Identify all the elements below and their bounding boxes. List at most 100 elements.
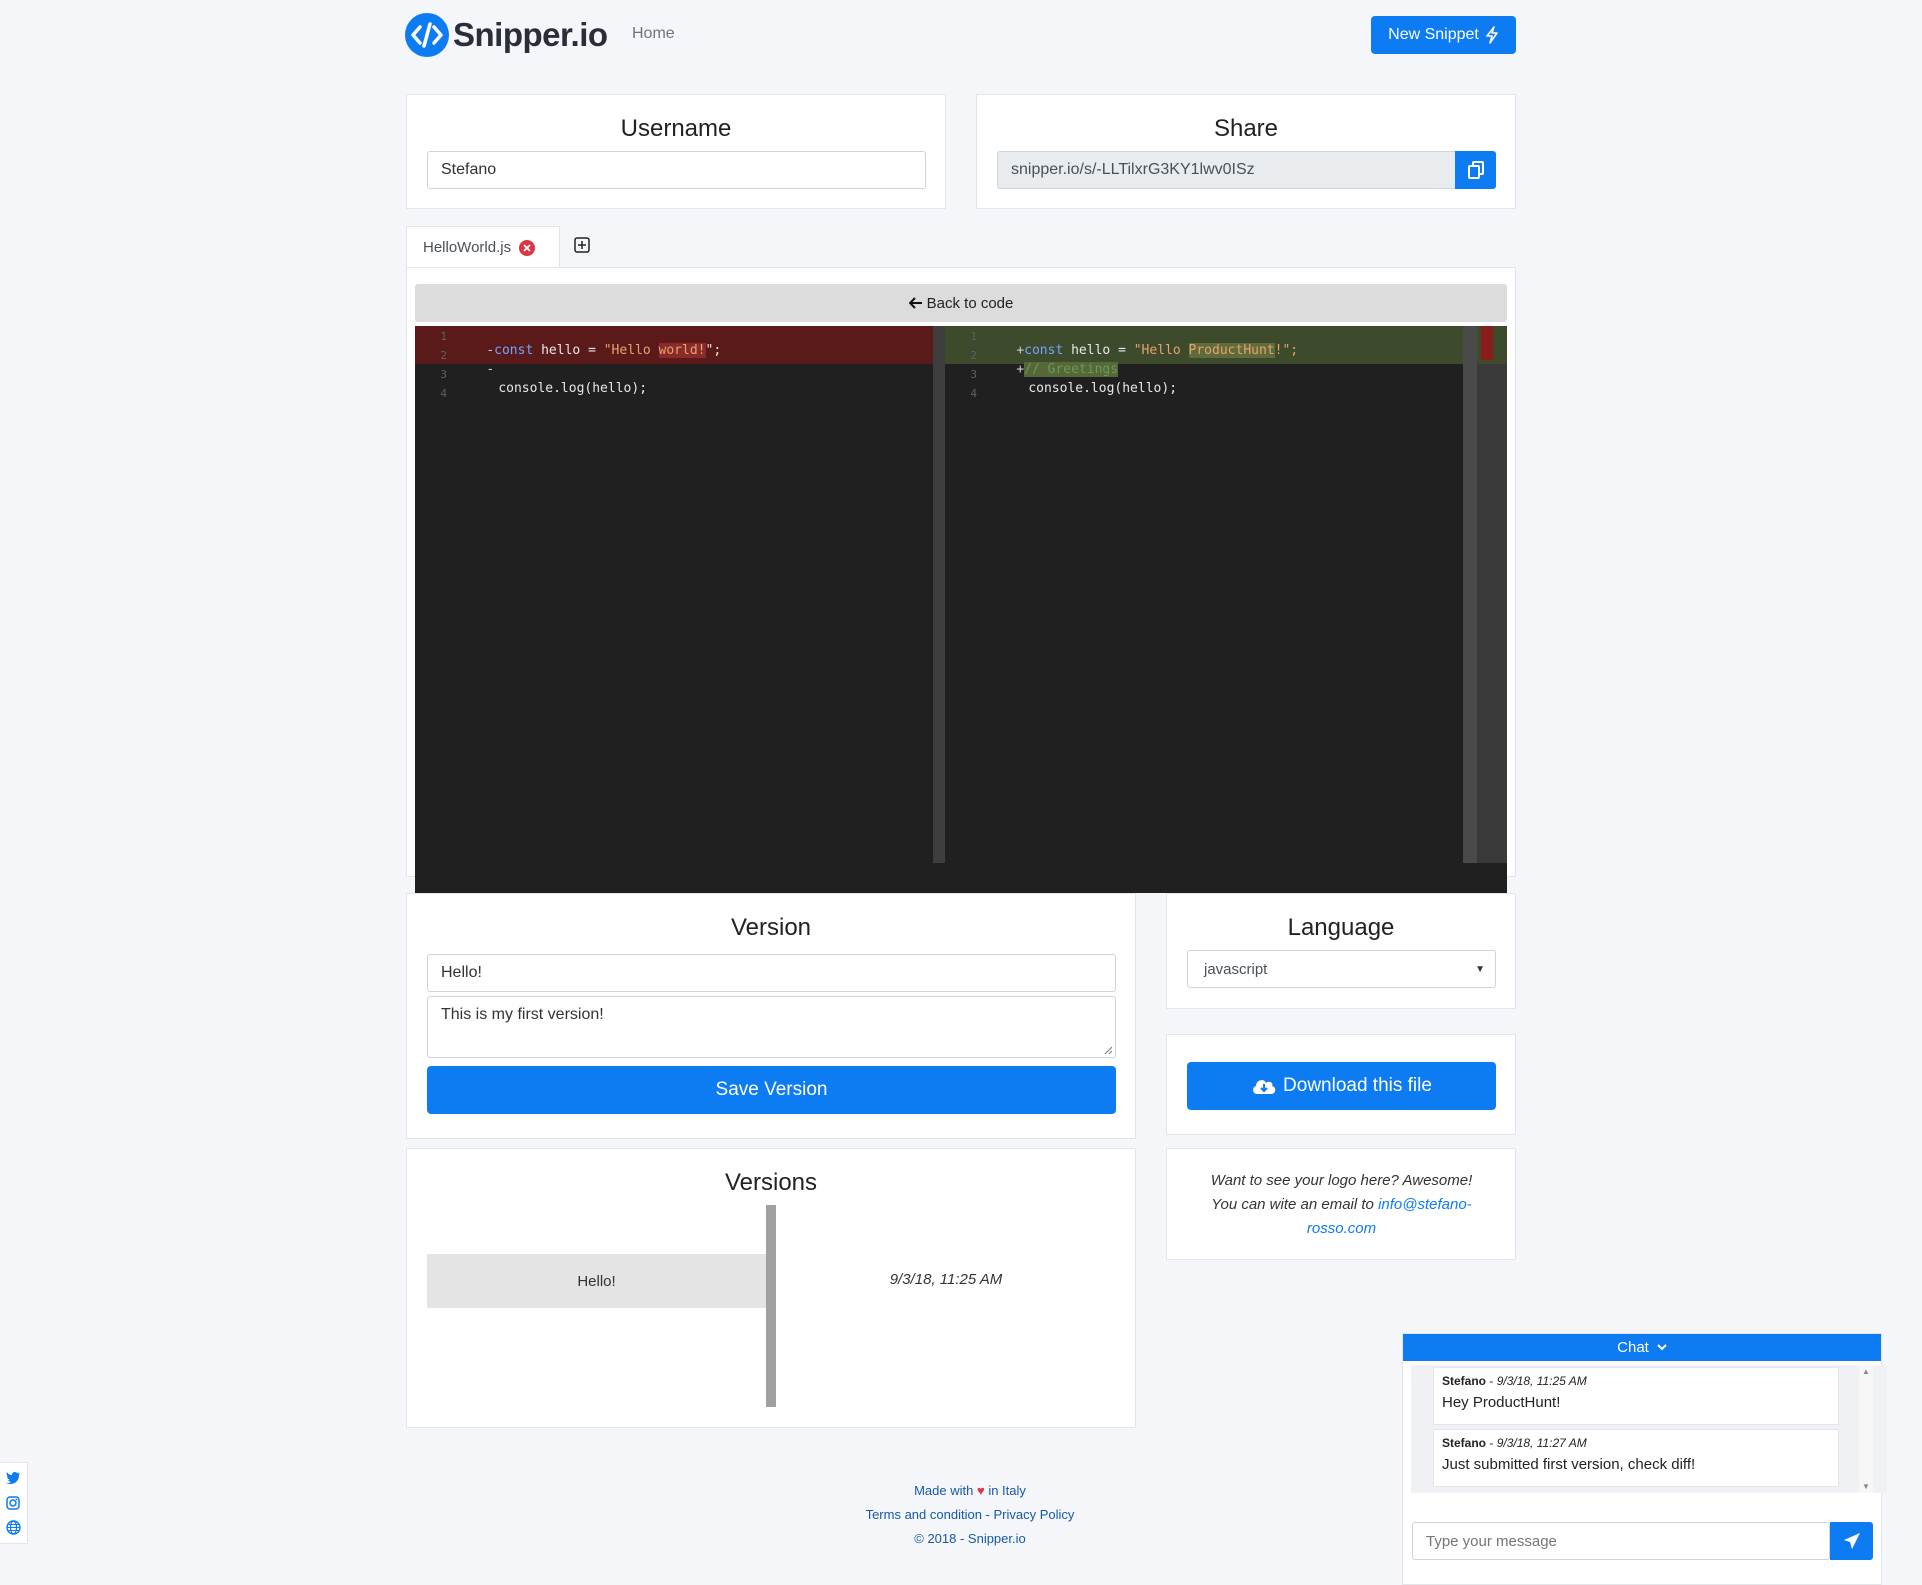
plus-square-icon [574,237,594,253]
chat-message-input[interactable] [1412,1522,1830,1560]
overview-removed-marker [1481,326,1493,360]
back-to-code-bar[interactable]: Back to code [415,284,1507,322]
chat-messages[interactable]: Stefano - 9/3/18, 11:25 AM Hey ProductHu… [1411,1365,1887,1493]
line-number: 2 [970,349,977,362]
new-snippet-label: New Snippet [1388,26,1479,43]
username-input[interactable] [427,151,926,189]
send-button[interactable] [1830,1522,1873,1560]
add-tab-button[interactable] [574,237,594,257]
copy-button[interactable] [1455,151,1496,189]
chat-widget: Chat Stefano - 9/3/18, 11:25 AM Hey Prod… [1402,1333,1887,1585]
code-text: console.log(hello); [1028,381,1178,396]
chat-header[interactable]: Chat [1403,1334,1881,1361]
share-title: Share [1213,115,1279,142]
terms-link[interactable]: Terms and condition [866,1507,982,1522]
string-close: !"; [1274,343,1299,358]
resize-handle-icon [1103,1045,1113,1055]
code-text: hello = [533,343,604,358]
chat-message-time: 9/3/18, 11:25 AM [1496,1374,1587,1388]
twitter-icon[interactable] [6,1471,21,1484]
description-text: This is my first version! [441,1006,604,1023]
back-to-code-label: Back to code [926,294,1014,312]
version-item-name: Hello! [577,1272,616,1290]
code-text: console.log(hello); [498,381,648,396]
language-selected: javascript [1204,960,1268,978]
paper-plane-icon [1843,1532,1861,1550]
close-tab-icon[interactable] [519,239,536,256]
chat-message-text: Just submitted first version, check diff… [1442,1456,1696,1473]
globe-icon[interactable] [6,1520,21,1535]
right-scrollbar[interactable] [1463,326,1477,863]
nav-home-link[interactable]: Home [632,25,675,43]
language-title: Language [1287,914,1395,941]
footer-copyright: © 2018 - Snipper.io [914,1531,1026,1546]
copy-icon [1467,161,1484,179]
keyword: const [494,343,534,358]
chat-message-author: Stefano [1442,1436,1487,1450]
chat-title: Chat [1617,1339,1649,1356]
left-scrollbar[interactable] [933,326,945,863]
version-name-input[interactable] [427,954,1116,992]
chat-message: Stefano - 9/3/18, 11:27 AM Just submitte… [1433,1429,1839,1487]
chat-message: Stefano - 9/3/18, 11:25 AM Hey ProductHu… [1433,1367,1839,1425]
new-snippet-button[interactable]: New Snippet [1371,16,1516,54]
footer-links: Terms and condition - Privacy Policy [820,1507,1120,1522]
brand-name: Snipper.io [453,16,608,53]
lightning-icon [1485,26,1499,44]
tab-file[interactable]: HelloWorld.js [406,226,560,268]
chat-message-author: Stefano [1442,1374,1487,1388]
version-item-date: 9/3/18, 11:25 AM [889,1271,1003,1288]
line-number: 3 [970,368,977,381]
download-card: Download this file [1166,1034,1516,1135]
line-number: 3 [440,368,447,381]
advertise-text: Want to see your logo here? Awesome! You… [1187,1169,1496,1241]
made-with-prefix: Made with [914,1483,974,1498]
chevron-down-icon [1657,1344,1667,1351]
version-title: Version [730,914,812,941]
footer-made-with: Made with ♥ in Italy [820,1483,1120,1498]
chat-message-sep: - [1486,1436,1497,1450]
code-logo-icon [405,13,449,57]
line-number: 1 [970,330,977,343]
share-url-input[interactable] [997,151,1455,189]
email-link[interactable]: info@stefano- [1378,1196,1472,1213]
download-label: Download this file [1283,1075,1432,1096]
diff-overview-ruler [1477,326,1507,863]
made-with-suffix: in Italy [988,1483,1026,1498]
line-number: 2 [440,349,447,362]
advertise-line-1: Want to see your logo here? Awesome! [1210,1172,1473,1189]
line-number: 4 [440,387,447,400]
advertise-line-2: You can wite an email to [1211,1196,1379,1213]
string-close: "; [705,343,722,358]
logo[interactable]: Snipper.io [405,12,608,58]
cloud-download-icon [1251,1077,1277,1095]
string-changed: ProductHunt [1188,343,1275,358]
instagram-icon[interactable] [6,1496,20,1510]
chat-message-time: 9/3/18, 11:27 AM [1496,1436,1587,1450]
language-card: Language javascript ▼ [1166,893,1516,1009]
diff-right-pane[interactable]: 1 2 3 4 +const hello = "Hello ProductHun… [945,326,1507,893]
diff-left-pane[interactable]: 1 2 3 4 -const hello = "Hello world!"; -… [415,326,945,893]
chat-message-sep: - [1486,1374,1497,1388]
privacy-link[interactable]: Privacy Policy [993,1507,1074,1522]
chat-message-text: Hey ProductHunt! [1442,1394,1561,1411]
version-description-textarea[interactable]: This is my first version! [427,996,1116,1058]
email-link[interactable]: rosso.com [1187,1217,1496,1241]
left-code-line-3: console.log(hello); [467,366,647,411]
arrow-left-icon [908,297,923,309]
download-button[interactable]: Download this file [1187,1062,1496,1110]
line-number: 1 [440,330,447,343]
save-version-button[interactable]: Save Version [427,1066,1116,1114]
footer-separator: - [981,1507,994,1522]
tab-file-name: HelloWorld.js [423,239,512,256]
language-select[interactable]: javascript ▼ [1187,950,1496,988]
version-card: Version This is my first version! Save V… [406,893,1136,1139]
versions-card: Versions Hello! 9/3/18, 11:25 AM [406,1148,1136,1428]
version-item[interactable]: Hello! [427,1254,766,1308]
social-sidebar [0,1462,28,1544]
username-card: Username [406,94,946,209]
username-title: Username [620,115,732,142]
line-number: 4 [970,387,977,400]
caret-down-icon: ▼ [1475,963,1485,975]
chat-scrollbar[interactable]: ▲ ▼ [1859,1365,1873,1493]
